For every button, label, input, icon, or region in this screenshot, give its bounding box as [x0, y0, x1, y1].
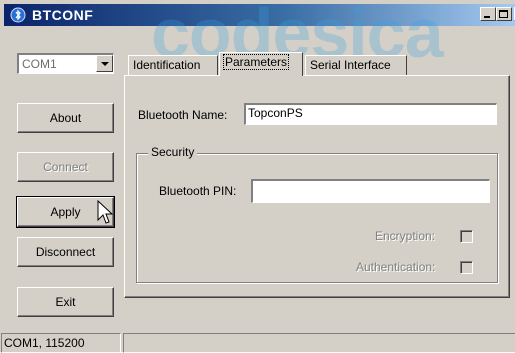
bluetooth-app-icon	[10, 7, 26, 23]
tab-identification-label: Identification	[133, 58, 201, 72]
maximize-icon	[499, 10, 508, 18]
main-window: BTCONF codesica COM1 About Connect Apply…	[0, 0, 515, 353]
authentication-label: Authentication:	[356, 260, 436, 274]
disconnect-button[interactable]: Disconnect	[17, 237, 114, 267]
port-select[interactable]: COM1	[17, 53, 114, 74]
port-select-value: COM1	[22, 57, 57, 71]
bluetooth-name-label: Bluetooth Name:	[138, 108, 228, 122]
tab-identification[interactable]: Identification	[128, 55, 218, 75]
tab-serial-interface-label: Serial Interface	[310, 58, 391, 72]
tab-serial-interface[interactable]: Serial Interface	[305, 55, 407, 75]
bluetooth-pin-input[interactable]	[251, 179, 490, 203]
authentication-checkbox[interactable]	[460, 261, 473, 274]
minimize-button[interactable]	[480, 7, 496, 21]
mouse-cursor-icon	[97, 200, 114, 224]
encryption-checkbox[interactable]	[460, 230, 473, 243]
status-port-info: COM1, 115200	[1, 333, 121, 353]
status-message	[123, 333, 515, 353]
tab-parameters[interactable]: Parameters	[219, 52, 303, 76]
bluetooth-pin-label: Bluetooth PIN:	[159, 184, 237, 198]
security-group	[136, 153, 498, 283]
maximize-button[interactable]	[496, 7, 512, 21]
tab-parameters-label: Parameters	[222, 54, 290, 70]
window-title: BTCONF	[32, 7, 94, 23]
chevron-down-icon	[101, 62, 109, 66]
encryption-label: Encryption:	[375, 229, 436, 243]
status-bar: COM1, 115200	[1, 331, 515, 353]
bluetooth-name-input[interactable]: TopconPS	[244, 103, 497, 125]
security-group-label: Security	[148, 145, 198, 159]
connect-button[interactable]: Connect	[17, 152, 114, 182]
exit-button[interactable]: Exit	[17, 287, 114, 317]
port-select-dropdown-button[interactable]	[96, 55, 113, 72]
about-button[interactable]: About	[17, 103, 114, 133]
minimize-icon	[484, 16, 490, 18]
title-bar[interactable]: BTCONF	[4, 4, 515, 26]
